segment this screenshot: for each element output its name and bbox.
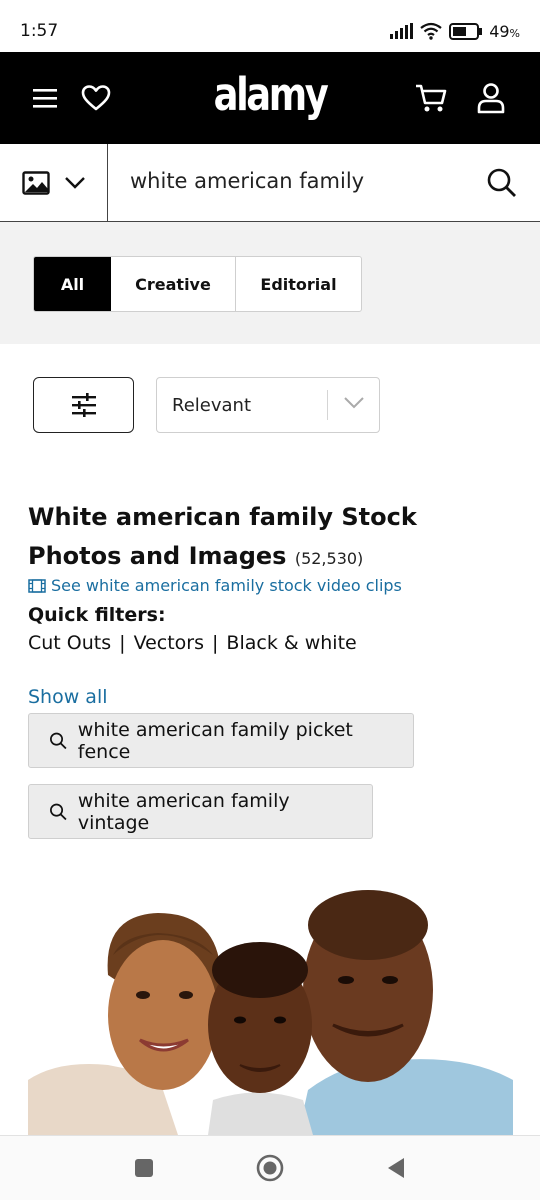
sliders-icon bbox=[71, 393, 96, 417]
circle-icon bbox=[256, 1154, 284, 1182]
favorites-button[interactable] bbox=[77, 79, 115, 117]
image-icon bbox=[21, 171, 50, 195]
status-time: 1:57 bbox=[20, 21, 59, 41]
content-type-filter-area: All Creative Editorial bbox=[0, 222, 540, 344]
battery-percent: 49% bbox=[489, 21, 520, 41]
battery-icon bbox=[449, 22, 483, 40]
sort-selected-value: Relevant bbox=[172, 395, 251, 416]
header: alamy bbox=[0, 52, 540, 144]
square-icon bbox=[135, 1159, 153, 1177]
quick-filters-label: Quick filters: bbox=[28, 604, 166, 626]
quick-filter-vectors[interactable]: Vectors bbox=[134, 632, 204, 654]
cart-button[interactable] bbox=[412, 79, 450, 117]
filters-button[interactable] bbox=[33, 377, 134, 433]
account-button[interactable] bbox=[472, 79, 510, 117]
separator: | bbox=[212, 632, 219, 654]
home-button[interactable] bbox=[255, 1153, 285, 1183]
search-icon bbox=[50, 732, 67, 749]
search-bar bbox=[0, 144, 540, 222]
status-icons: 49% bbox=[389, 20, 520, 42]
alamy-logo[interactable]: alamy bbox=[214, 68, 329, 121]
tab-editorial[interactable]: Editorial bbox=[236, 257, 361, 311]
media-type-dropdown[interactable] bbox=[0, 144, 108, 222]
cart-icon bbox=[416, 84, 447, 112]
chevron-down-icon bbox=[64, 177, 85, 189]
search-icon bbox=[50, 803, 67, 820]
suggestion-text: white american family picket fence bbox=[77, 718, 353, 763]
status-bar: 1:57 49% bbox=[0, 0, 540, 52]
film-icon bbox=[28, 578, 46, 593]
hamburger-icon bbox=[33, 89, 57, 108]
recents-button[interactable] bbox=[129, 1153, 159, 1183]
user-icon bbox=[477, 83, 505, 114]
suggestion-text: white american family vintage bbox=[77, 789, 290, 834]
search-icon bbox=[487, 168, 516, 197]
triangle-back-icon bbox=[388, 1158, 404, 1178]
menu-button[interactable] bbox=[26, 79, 64, 117]
video-clips-link[interactable]: See white american family stock video cl… bbox=[28, 576, 402, 595]
tab-all[interactable]: All bbox=[34, 257, 111, 311]
sort-dropdown[interactable]: Relevant bbox=[156, 377, 380, 433]
tab-creative[interactable]: Creative bbox=[111, 257, 236, 311]
result-count: (52,530) bbox=[294, 549, 364, 568]
separator: | bbox=[119, 632, 126, 654]
suggestion-chip[interactable]: white american family picket fence bbox=[28, 713, 414, 768]
show-all-link[interactable]: Show all bbox=[28, 686, 108, 708]
sort-divider bbox=[327, 390, 328, 420]
page-title: White american family Stock Photos and I… bbox=[28, 503, 417, 570]
content-type-tabs: All Creative Editorial bbox=[33, 256, 362, 312]
quick-filter-black-white[interactable]: Black & white bbox=[226, 632, 356, 654]
back-button[interactable] bbox=[381, 1153, 411, 1183]
wifi-icon bbox=[420, 22, 442, 40]
quick-filter-cut-outs[interactable]: Cut Outs bbox=[28, 632, 111, 654]
quick-filters: Cut Outs | Vectors | Black & white bbox=[28, 632, 357, 654]
chevron-down-icon bbox=[344, 397, 364, 409]
heart-icon bbox=[81, 85, 111, 111]
family-photo bbox=[28, 890, 513, 1135]
result-image[interactable] bbox=[28, 885, 513, 1135]
suggestion-chip[interactable]: white american family vintage bbox=[28, 784, 373, 839]
search-button[interactable] bbox=[486, 167, 518, 199]
search-input[interactable] bbox=[130, 169, 450, 193]
signal-icon bbox=[390, 23, 414, 39]
system-nav-bar bbox=[0, 1135, 540, 1200]
